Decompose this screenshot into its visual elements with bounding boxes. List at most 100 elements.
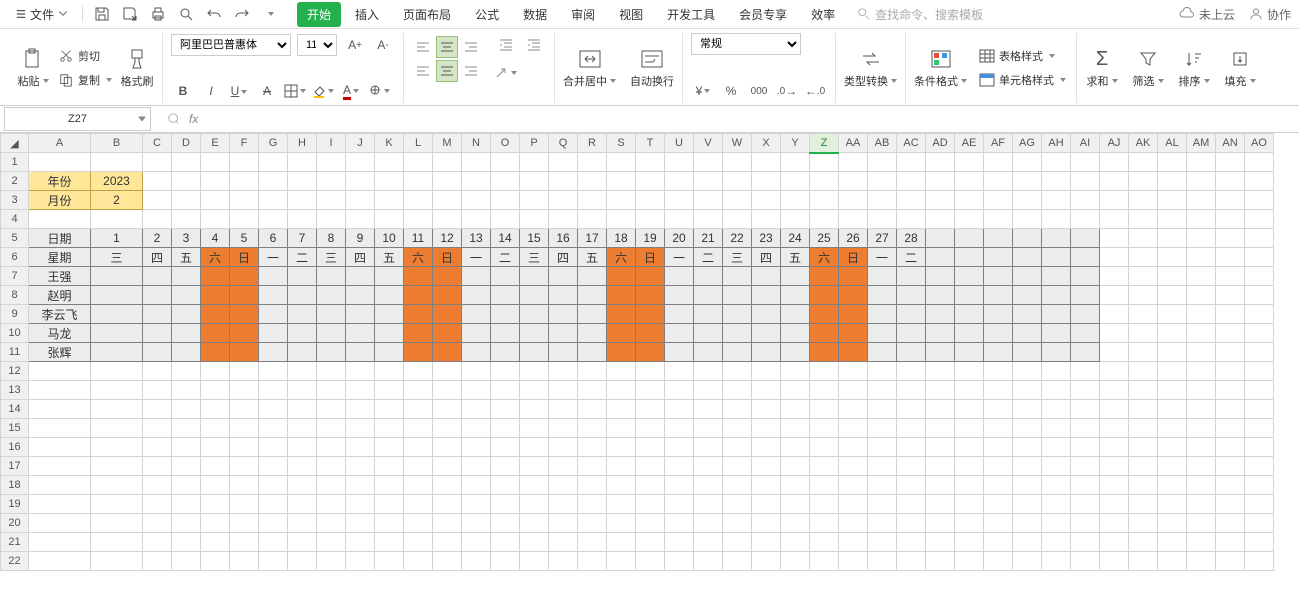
cell[interactable] [1245, 514, 1274, 533]
cell[interactable] [752, 419, 781, 438]
save-icon[interactable] [93, 5, 111, 23]
col-header-AG[interactable]: AG [1013, 134, 1042, 153]
cell[interactable] [462, 324, 491, 343]
formula-input[interactable] [206, 111, 1299, 127]
cell[interactable]: 张辉 [29, 343, 91, 362]
cell[interactable] [1187, 457, 1216, 476]
cell[interactable] [1013, 172, 1042, 191]
cell[interactable] [91, 324, 143, 343]
row-header-9[interactable]: 9 [1, 305, 29, 324]
col-header-W[interactable]: W [723, 134, 752, 153]
cell[interactable]: 星期 [29, 248, 91, 267]
col-header-K[interactable]: K [375, 134, 404, 153]
cell[interactable] [143, 400, 172, 419]
cell[interactable] [1245, 419, 1274, 438]
cell[interactable] [955, 400, 984, 419]
cell[interactable] [723, 210, 752, 229]
cell[interactable] [607, 286, 636, 305]
cell[interactable] [984, 343, 1013, 362]
cell[interactable] [1013, 476, 1042, 495]
tab-插入[interactable]: 插入 [345, 2, 389, 27]
strike-icon[interactable]: A [255, 79, 279, 103]
cell[interactable] [723, 267, 752, 286]
cell[interactable] [607, 552, 636, 571]
cell[interactable] [143, 533, 172, 552]
cell[interactable] [375, 210, 404, 229]
cell[interactable] [636, 552, 665, 571]
cell[interactable] [1245, 305, 1274, 324]
row-header-22[interactable]: 22 [1, 552, 29, 571]
cell[interactable] [810, 381, 839, 400]
cell[interactable] [607, 267, 636, 286]
cell[interactable] [1158, 514, 1187, 533]
cell[interactable] [1071, 229, 1100, 248]
cell[interactable] [375, 533, 404, 552]
cell[interactable] [317, 153, 346, 172]
cell[interactable]: 26 [839, 229, 868, 248]
cell[interactable] [491, 438, 520, 457]
italic-icon[interactable]: I [199, 79, 223, 103]
cell[interactable]: 27 [868, 229, 897, 248]
cell[interactable] [636, 286, 665, 305]
cell[interactable] [1042, 457, 1071, 476]
cell[interactable] [1100, 514, 1129, 533]
cell[interactable] [607, 514, 636, 533]
cell[interactable] [1187, 305, 1216, 324]
cell[interactable] [578, 495, 607, 514]
col-header-C[interactable]: C [143, 134, 172, 153]
cell[interactable] [317, 343, 346, 362]
cell[interactable] [288, 267, 317, 286]
cell[interactable] [1129, 552, 1158, 571]
cell[interactable] [1187, 552, 1216, 571]
cell[interactable] [491, 400, 520, 419]
row-header-15[interactable]: 15 [1, 419, 29, 438]
cell[interactable] [172, 514, 201, 533]
cell[interactable] [665, 476, 694, 495]
cell[interactable] [781, 400, 810, 419]
cell[interactable]: 四 [549, 248, 578, 267]
cell[interactable] [1129, 514, 1158, 533]
cell[interactable] [926, 172, 955, 191]
cell[interactable] [984, 191, 1013, 210]
cell[interactable] [549, 419, 578, 438]
cell[interactable] [810, 514, 839, 533]
cell[interactable] [897, 343, 926, 362]
cell[interactable] [1158, 229, 1187, 248]
cell[interactable] [462, 172, 491, 191]
cell[interactable] [1071, 362, 1100, 381]
cell[interactable] [839, 343, 868, 362]
row-header-19[interactable]: 19 [1, 495, 29, 514]
cell[interactable] [491, 286, 520, 305]
cell[interactable] [259, 172, 288, 191]
cell[interactable] [1216, 267, 1245, 286]
cell[interactable] [868, 419, 897, 438]
cell[interactable] [926, 286, 955, 305]
cell[interactable] [172, 457, 201, 476]
cell[interactable]: 2023 [91, 172, 143, 191]
cell[interactable] [636, 172, 665, 191]
cell[interactable] [1245, 343, 1274, 362]
cell[interactable] [491, 191, 520, 210]
row-header-2[interactable]: 2 [1, 172, 29, 191]
cell[interactable] [781, 172, 810, 191]
cell[interactable] [91, 438, 143, 457]
cell[interactable] [1129, 248, 1158, 267]
cell[interactable] [29, 153, 91, 172]
cell[interactable] [143, 476, 172, 495]
cell[interactable] [1245, 286, 1274, 305]
cell[interactable] [1216, 248, 1245, 267]
cell[interactable] [1216, 438, 1245, 457]
cell[interactable] [201, 533, 230, 552]
tab-开始[interactable]: 开始 [297, 2, 341, 27]
row-header-4[interactable]: 4 [1, 210, 29, 229]
cell[interactable] [143, 210, 172, 229]
col-header-F[interactable]: F [230, 134, 259, 153]
cell[interactable] [868, 438, 897, 457]
sum-button[interactable]: Σ求和 [1085, 47, 1119, 89]
cell[interactable] [723, 343, 752, 362]
cell[interactable] [752, 533, 781, 552]
cell[interactable] [288, 495, 317, 514]
cell[interactable] [520, 514, 549, 533]
cell[interactable] [694, 362, 723, 381]
cell[interactable] [520, 324, 549, 343]
